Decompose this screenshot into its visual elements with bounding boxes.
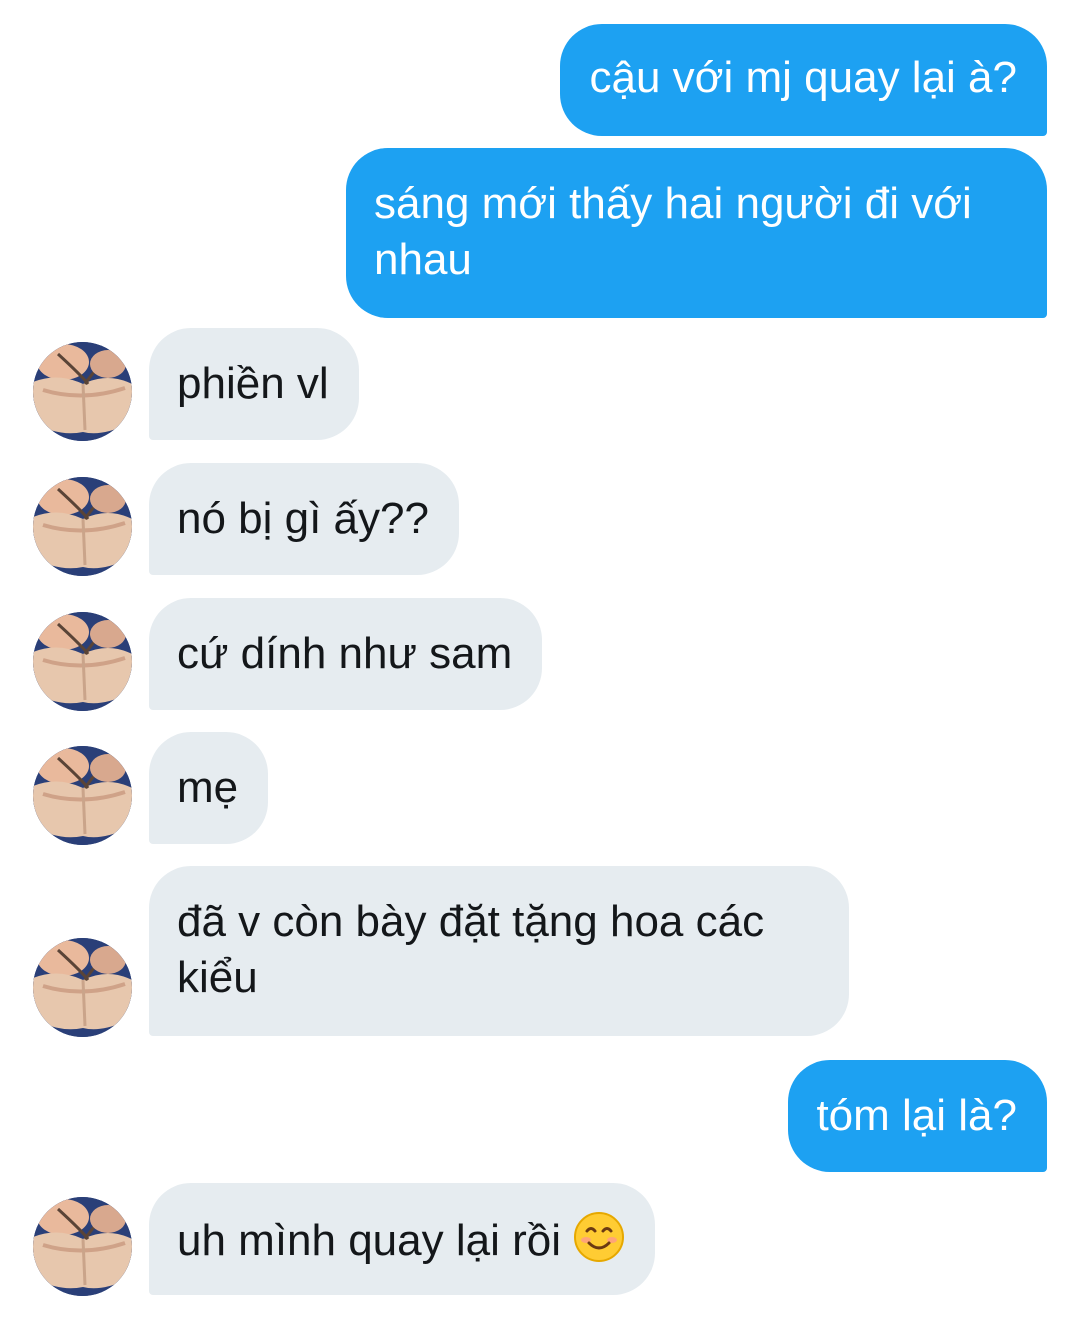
avatar[interactable] [33,477,132,576]
message-text: mẹ [177,763,239,812]
outgoing-message[interactable]: cậu với mj quay lại à? [559,24,1047,136]
message-text: tóm lại là? [816,1091,1017,1140]
outgoing-message[interactable]: sáng mới thấy hai người đi với nhau [346,148,1047,318]
avatar[interactable] [33,938,132,1037]
smiling-face-emoji-icon [574,1212,625,1262]
avatar[interactable] [33,612,132,711]
incoming-message[interactable]: nó bị gì ấy?? [149,463,459,575]
message-text: đã v còn bày đặt tặng hoa các kiểu [177,897,765,1002]
avatar[interactable] [33,746,132,845]
avatar[interactable] [33,342,132,441]
message-text: cứ dính như sam [177,629,513,678]
incoming-message[interactable]: đã v còn bày đặt tặng hoa các kiểu [149,866,849,1036]
message-text: phiền vl [177,359,329,408]
incoming-message[interactable]: phiền vl [149,328,359,440]
incoming-message[interactable]: mẹ [149,732,269,844]
incoming-message[interactable]: uh mình quay lại rồi [149,1183,656,1295]
incoming-message[interactable]: cứ dính như sam [149,598,543,710]
message-text: sáng mới thấy hai người đi với nhau [374,179,972,284]
message-text: uh mình quay lại rồi [177,1216,574,1265]
message-text: cậu với mj quay lại à? [589,53,1018,102]
message-text: nó bị gì ấy?? [177,494,429,543]
avatar[interactable] [33,1197,132,1296]
outgoing-message[interactable]: tóm lại là? [788,1060,1047,1172]
